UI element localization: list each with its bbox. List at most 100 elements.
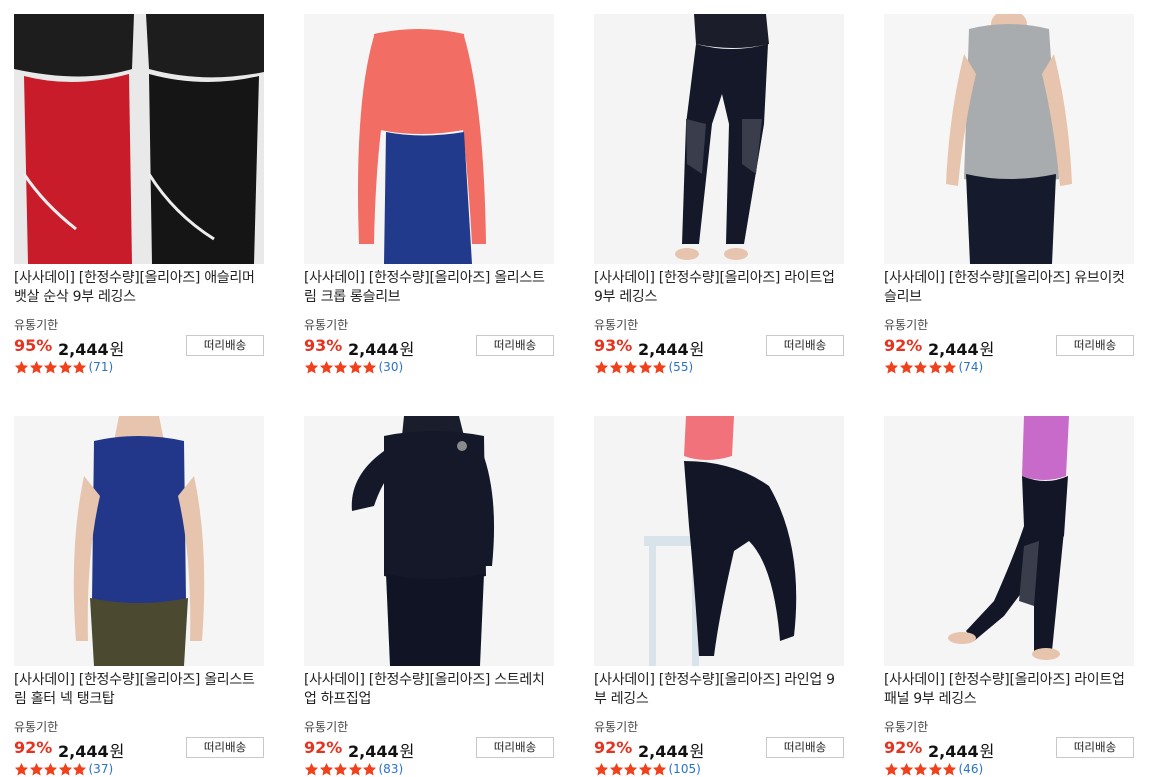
star-icon: [58, 360, 72, 373]
rating: (30): [304, 359, 554, 375]
price-row: 92% 2,444원 떠리배송: [304, 737, 554, 762]
currency-unit: 원: [979, 742, 995, 761]
product-title[interactable]: [사사데이] [한정수량][올리아즈] 라이트업 패널 9부 레깅스: [884, 671, 1134, 709]
product-card[interactable]: [사사데이] [한정수량][올리아즈] 라인업 9부 레깅스 유통기한 92% …: [594, 416, 844, 777]
product-card[interactable]: [사사데이] [한정수량][올리아즈] 애슬리머 뱃살 순삭 9부 레깅스 유통…: [14, 14, 264, 375]
star-icon: [884, 360, 899, 373]
review-count[interactable]: (30): [379, 360, 404, 374]
shipping-button[interactable]: 떠리배송: [766, 335, 844, 356]
review-count[interactable]: (55): [669, 360, 694, 374]
shipping-button[interactable]: 떠리배송: [186, 335, 264, 356]
product-card[interactable]: [사사데이] [한정수량][올리아즈] 올리스트림 크롭 롱슬리브 유통기한 9…: [304, 14, 554, 375]
rating: (74): [884, 359, 1134, 375]
star-icon: [72, 360, 87, 373]
product-image[interactable]: [884, 416, 1134, 666]
review-count[interactable]: (46): [959, 762, 984, 776]
product-title[interactable]: [사사데이] [한정수량][올리아즈] 유브이컷 슬리브: [884, 269, 1134, 307]
discount-rate: 92%: [884, 738, 923, 757]
star-icon: [43, 360, 58, 373]
expiry-label: 유통기한: [14, 720, 59, 734]
discount-rate: 92%: [14, 738, 53, 757]
star-rating: [884, 762, 957, 777]
shipping-button[interactable]: 떠리배송: [476, 737, 554, 758]
expiry-label: 유통기한: [304, 720, 349, 734]
star-icon: [652, 360, 667, 373]
star-icon: [942, 360, 957, 373]
product-image[interactable]: [594, 14, 844, 264]
product-image[interactable]: [14, 14, 264, 264]
price-row: 92% 2,444원 떠리배송: [594, 737, 844, 762]
product-image[interactable]: [304, 416, 554, 666]
price-amount: 2,444: [928, 340, 979, 359]
sale-price: 2,444원: [58, 336, 124, 360]
price-row: 92% 2,444원 떠리배송: [14, 737, 264, 762]
star-icon: [362, 762, 377, 775]
star-icon: [348, 360, 362, 373]
price-amount: 2,444: [638, 742, 689, 761]
product-title[interactable]: [사사데이] [한정수량][올리아즈] 라인업 9부 레깅스: [594, 671, 844, 709]
sale-price: 2,444원: [348, 738, 414, 762]
shipping-button[interactable]: 떠리배송: [1056, 335, 1134, 356]
product-title[interactable]: [사사데이] [한정수량][올리아즈] 올리스트림 홀터 넥 탱크탑: [14, 671, 264, 709]
price-amount: 2,444: [58, 742, 109, 761]
product-card[interactable]: [사사데이] [한정수량][올리아즈] 라이트업 패널 9부 레깅스 유통기한 …: [884, 416, 1134, 777]
discount-rate: 93%: [594, 336, 633, 355]
sale-price: 2,444원: [348, 336, 414, 360]
expiry-label: 유통기한: [594, 318, 639, 332]
star-rating: [14, 360, 87, 375]
star-icon: [928, 360, 942, 373]
product-title[interactable]: [사사데이] [한정수량][올리아즈] 애슬리머 뱃살 순삭 9부 레깅스: [14, 269, 264, 307]
review-count[interactable]: (71): [89, 360, 114, 374]
review-count[interactable]: (105): [669, 762, 701, 776]
star-rating: [884, 360, 957, 375]
star-icon: [348, 762, 362, 775]
price-amount: 2,444: [928, 742, 979, 761]
sale-price: 2,444원: [928, 336, 994, 360]
product-title[interactable]: [사사데이] [한정수량][올리아즈] 라이트업 9부 레깅스: [594, 269, 844, 307]
currency-unit: 원: [399, 340, 415, 359]
product-card[interactable]: [사사데이] [한정수량][올리아즈] 유브이컷 슬리브 유통기한 92% 2,…: [884, 14, 1134, 375]
star-icon: [913, 360, 928, 373]
expiry-label: 유통기한: [14, 318, 59, 332]
product-grid: [사사데이] [한정수량][올리아즈] 애슬리머 뱃살 순삭 9부 레깅스 유통…: [0, 0, 1155, 777]
review-count[interactable]: (37): [89, 762, 114, 776]
price-row: 93% 2,444원 떠리배송: [304, 335, 554, 360]
product-title[interactable]: [사사데이] [한정수량][올리아즈] 올리스트림 크롭 롱슬리브: [304, 269, 554, 307]
shipping-button[interactable]: 떠리배송: [476, 335, 554, 356]
price-amount: 2,444: [348, 742, 399, 761]
shipping-button[interactable]: 떠리배송: [766, 737, 844, 758]
product-image[interactable]: [304, 14, 554, 264]
currency-unit: 원: [689, 340, 705, 359]
product-title[interactable]: [사사데이] [한정수량][올리아즈] 스트레치 업 하프집업: [304, 671, 554, 709]
shipping-button[interactable]: 떠리배송: [186, 737, 264, 758]
review-count[interactable]: (83): [379, 762, 404, 776]
price-amount: 2,444: [348, 340, 399, 359]
sale-price: 2,444원: [638, 738, 704, 762]
product-card[interactable]: [사사데이] [한정수량][올리아즈] 스트레치 업 하프집업 유통기한 92%…: [304, 416, 554, 777]
product-image[interactable]: [884, 14, 1134, 264]
price-row: 95% 2,444원 떠리배송: [14, 335, 264, 360]
product-image[interactable]: [594, 416, 844, 666]
star-icon: [623, 360, 638, 373]
review-count[interactable]: (74): [959, 360, 984, 374]
expiry-label: 유통기한: [594, 720, 639, 734]
product-card[interactable]: [사사데이] [한정수량][올리아즈] 라이트업 9부 레깅스 유통기한 93%…: [594, 14, 844, 375]
star-rating: [14, 762, 87, 777]
rating: (105): [594, 761, 844, 777]
rating: (55): [594, 359, 844, 375]
expiry-label: 유통기한: [884, 720, 929, 734]
star-icon: [319, 360, 333, 373]
price-row: 92% 2,444원 떠리배송: [884, 335, 1134, 360]
discount-rate: 93%: [304, 336, 343, 355]
rating: (46): [884, 761, 1134, 777]
sale-price: 2,444원: [58, 738, 124, 762]
shipping-button[interactable]: 떠리배송: [1056, 737, 1134, 758]
product-card[interactable]: [사사데이] [한정수량][올리아즈] 올리스트림 홀터 넥 탱크탑 유통기한 …: [14, 416, 264, 777]
currency-unit: 원: [399, 742, 415, 761]
star-icon: [14, 360, 29, 373]
currency-unit: 원: [979, 340, 995, 359]
star-icon: [899, 762, 913, 775]
discount-rate: 92%: [304, 738, 343, 757]
product-image[interactable]: [14, 416, 264, 666]
star-icon: [638, 360, 652, 373]
